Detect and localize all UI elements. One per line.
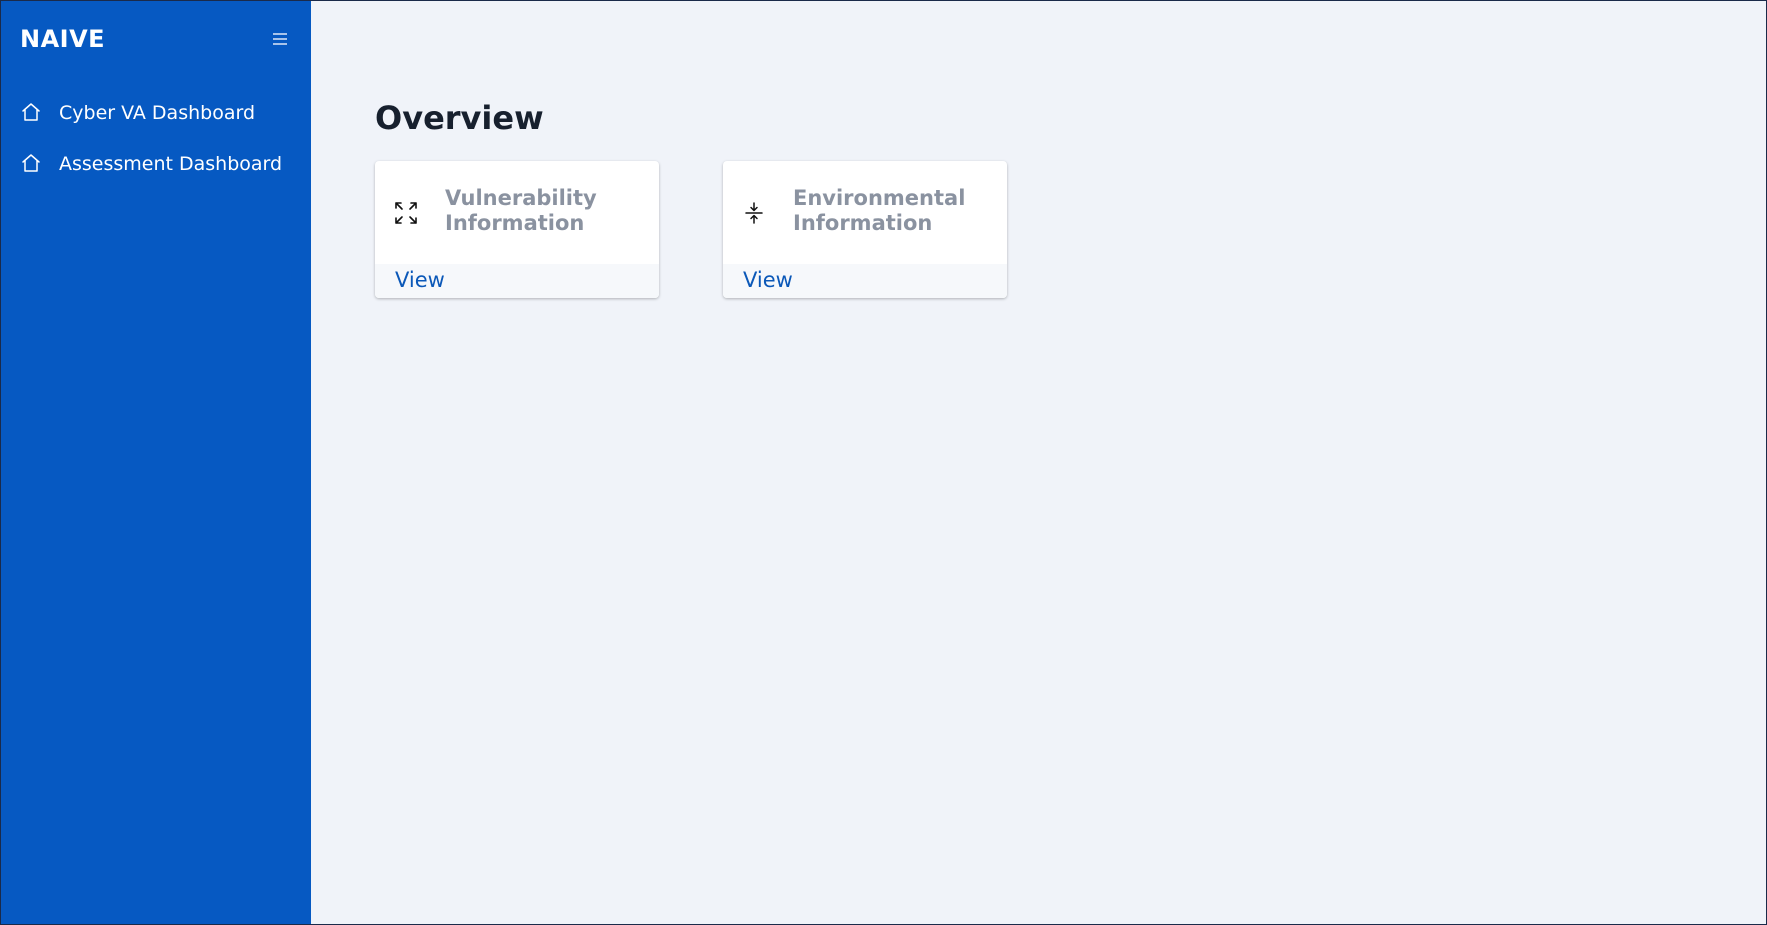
view-link[interactable]: View — [395, 268, 445, 292]
home-icon — [20, 152, 42, 174]
sidebar-item-cyber-va-dashboard[interactable]: Cyber VA Dashboard — [1, 97, 311, 148]
main-content: Overview Vulnerability Information View … — [311, 1, 1766, 924]
vulnerability-information-card: Vulnerability Information View — [375, 161, 659, 298]
card-title-line: Information — [793, 211, 933, 235]
card-body: Environmental Information — [723, 161, 1007, 264]
sidebar-item-assessment-dashboard[interactable]: Assessment Dashboard — [1, 148, 311, 199]
card-title-line: Environmental — [793, 186, 966, 210]
compress-vertical-icon — [741, 200, 767, 226]
card-footer: View — [375, 264, 659, 298]
card-title-line: Vulnerability — [445, 186, 597, 210]
hamburger-menu-icon[interactable] — [269, 29, 291, 49]
card-title-line: Information — [445, 211, 585, 235]
view-link[interactable]: View — [743, 268, 793, 292]
environmental-information-card: Environmental Information View — [723, 161, 1007, 298]
home-icon — [20, 101, 42, 123]
card-footer: View — [723, 264, 1007, 298]
sidebar-item-label: Cyber VA Dashboard — [59, 102, 256, 124]
sidebar: NAIVE Cyber VA Dashboard Assessment Dash… — [1, 1, 311, 924]
sidebar-nav: Cyber VA Dashboard Assessment Dashboard — [1, 97, 311, 199]
card-title: Vulnerability Information — [445, 186, 645, 236]
sidebar-item-label: Assessment Dashboard — [59, 153, 283, 175]
card-body: Vulnerability Information — [375, 161, 659, 264]
page-title: Overview — [375, 99, 544, 137]
card-title: Environmental Information — [793, 186, 993, 236]
brand-logo[interactable]: NAIVE — [20, 25, 105, 53]
expand-arrows-icon — [393, 200, 419, 226]
app-window: NAIVE Cyber VA Dashboard Assessment Dash… — [0, 0, 1767, 925]
